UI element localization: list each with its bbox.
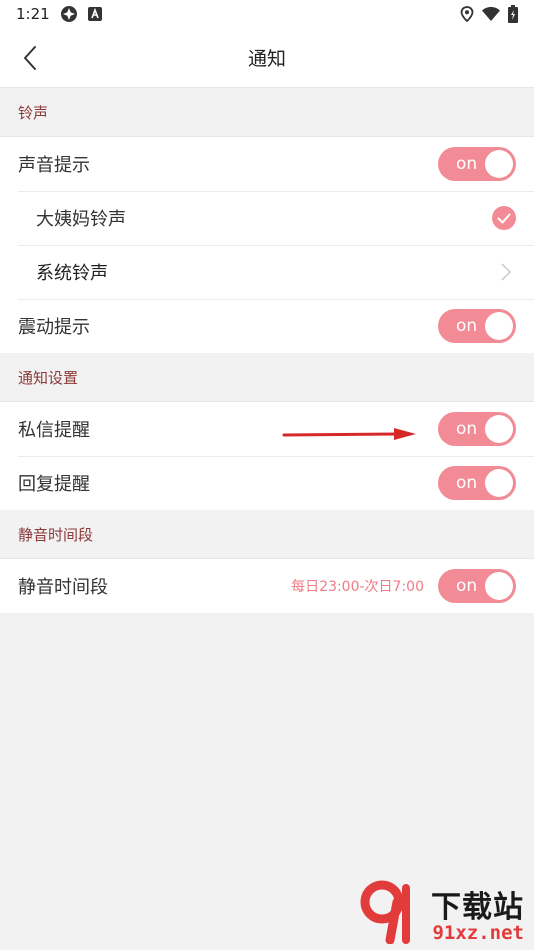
toggle-state-text: on	[456, 154, 478, 174]
checkmark-icon[interactable]	[492, 206, 516, 230]
row-reply-reminder: 回复提醒 on	[0, 456, 534, 510]
back-button[interactable]	[14, 42, 46, 74]
toggle-state-text: on	[456, 576, 478, 596]
row-private-message: 私信提醒 on	[0, 402, 534, 456]
watermark-91-mark-icon	[360, 880, 410, 944]
wifi-icon	[482, 7, 500, 21]
location-icon	[460, 6, 474, 22]
row-vibrate-alert: 震动提示 on	[0, 299, 534, 353]
app-notification-icon	[60, 5, 78, 23]
vibrate-alert-toggle[interactable]: on	[438, 309, 516, 343]
status-bar: 1:21	[0, 0, 534, 28]
quiet-group: 静音时间段 每日23:00-次日7:00 on	[0, 559, 534, 613]
dayima-ringtone-label: 大姨妈铃声	[36, 209, 126, 230]
toggle-state-text: on	[456, 316, 478, 336]
status-left: 1:21	[16, 5, 102, 23]
row-sound-alert: 声音提示 on	[0, 137, 534, 191]
toggle-knob	[485, 469, 513, 497]
toggle-knob	[485, 415, 513, 443]
toggle-knob	[485, 572, 513, 600]
vibrate-alert-label: 震动提示	[18, 317, 90, 338]
row-system-ringtone[interactable]: 系统铃声	[0, 245, 534, 299]
notify-group: 私信提醒 on 回复提醒 on	[0, 402, 534, 510]
accessibility-notification-icon	[87, 7, 102, 21]
toggle-state-text: on	[456, 473, 478, 493]
status-right	[460, 5, 518, 23]
watermark-logo: 下载站 91xz.net	[360, 880, 528, 946]
reply-reminder-label: 回复提醒	[18, 474, 90, 495]
toggle-knob	[485, 150, 513, 178]
quiet-hours-label: 静音时间段	[18, 577, 108, 598]
annotation-arrow-icon	[282, 428, 416, 440]
private-message-label: 私信提醒	[18, 420, 90, 441]
sound-alert-label: 声音提示	[18, 155, 90, 176]
status-time: 1:21	[16, 5, 50, 23]
chevron-left-icon	[24, 46, 36, 70]
quiet-hours-schedule[interactable]: 每日23:00-次日7:00	[291, 576, 424, 596]
toggle-state-text: on	[456, 419, 478, 439]
row-dayima-ringtone[interactable]: 大姨妈铃声	[0, 191, 534, 245]
watermark-domain: 91xz.net	[432, 922, 524, 944]
watermark-title: 下载站	[431, 890, 524, 925]
quiet-hours-controls: 每日23:00-次日7:00 on	[291, 569, 516, 603]
reply-reminder-toggle[interactable]: on	[438, 466, 516, 500]
section-header-notify: 通知设置	[0, 353, 534, 402]
nav-bar: 通知	[0, 28, 534, 88]
page-title: 通知	[247, 48, 286, 70]
row-quiet-hours: 静音时间段 每日23:00-次日7:00 on	[0, 559, 534, 613]
section-header-quiet-hours: 静音时间段	[0, 510, 534, 559]
battery-icon	[508, 5, 518, 23]
private-message-toggle[interactable]: on	[438, 412, 516, 446]
sound-alert-toggle[interactable]: on	[438, 147, 516, 181]
toggle-knob	[485, 312, 513, 340]
chevron-right-icon[interactable]	[496, 262, 516, 282]
section-header-ringtone: 铃声	[0, 88, 534, 137]
ringtone-group: 声音提示 on 大姨妈铃声 系统铃声 震动提示 on	[0, 137, 534, 353]
quiet-hours-toggle[interactable]: on	[438, 569, 516, 603]
system-ringtone-label: 系统铃声	[36, 263, 108, 284]
